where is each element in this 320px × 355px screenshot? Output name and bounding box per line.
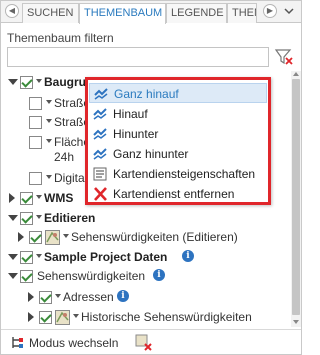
chevron-down-icon[interactable] (46, 119, 52, 123)
layer-checkbox[interactable] (29, 172, 42, 185)
tree-node-sehenswuerdigkeiten[interactable]: Sehenswürdigkeiten i (1, 267, 201, 285)
tab-legende[interactable]: LEGENDE (166, 3, 227, 23)
layer-checkbox[interactable] (20, 76, 33, 89)
expand-icon[interactable] (9, 193, 15, 203)
layer-checkbox[interactable] (20, 251, 33, 264)
themenbaum-panel: ◀ SUCHEN THEMENBAUM LEGENDE THEM ▶ Theme… (0, 0, 302, 355)
tree-node-strasse-1[interactable]: Straße (1, 94, 91, 112)
menu-item-label: Hinunter (113, 127, 159, 141)
info-icon[interactable]: i (182, 250, 194, 262)
switch-mode-label: Modus wechseln (29, 336, 119, 350)
tree-node-label: Sample Project Daten (44, 250, 168, 264)
menu-item-kartendienst-entfernen[interactable]: Kartendienst entfernen (89, 184, 267, 204)
filter-input[interactable] (7, 47, 269, 67)
chevron-down-icon[interactable] (36, 254, 42, 258)
tree-scrollbar[interactable] (291, 71, 301, 327)
chevron-down-icon[interactable] (36, 215, 42, 219)
menu-item-label: Ganz hinauf (114, 87, 179, 101)
tab-them[interactable]: THEM (227, 3, 257, 23)
menu-item-hinunter[interactable]: Hinunter (89, 124, 267, 144)
menu-item-label: Ganz hinunter (113, 147, 189, 161)
clear-filter-icon[interactable] (273, 47, 295, 67)
layer-checkbox[interactable] (29, 136, 42, 149)
tree-node-editieren[interactable]: Editieren (1, 209, 161, 227)
move-bottom-icon (93, 147, 108, 161)
menu-item-label: Hinauf (113, 107, 148, 121)
info-icon[interactable]: i (153, 269, 165, 281)
tree-node-sample-project-daten[interactable]: Sample Project Daten i (1, 248, 201, 266)
tree-node-label: Sehenswürdigkeiten (37, 269, 146, 283)
chevron-down-icon[interactable] (36, 79, 42, 83)
chevron-down-icon[interactable] (36, 195, 42, 199)
layer-checkbox[interactable] (20, 212, 33, 225)
tree-node-digital[interactable]: Digital (1, 169, 91, 187)
layer-checkbox[interactable] (29, 231, 42, 244)
chevron-down-icon[interactable] (46, 139, 52, 143)
expand-icon[interactable] (18, 232, 24, 242)
tree-node-strasse-2[interactable]: Straße (1, 113, 91, 131)
remove-x-icon (93, 187, 108, 201)
scroll-thumb[interactable] (292, 79, 300, 315)
filter-label: Themenbaum filtern (7, 31, 114, 45)
menu-item-label: Kartendiensteigenschaften (113, 167, 256, 181)
menu-item-ganz-hinauf[interactable]: Ganz hinauf (89, 83, 267, 103)
tree-node-flaeche[interactable]: Fläche 24h (1, 133, 91, 167)
menu-item-ganz-hinunter[interactable]: Ganz hinunter (89, 144, 267, 164)
move-up-icon (93, 107, 108, 121)
chevron-down-icon[interactable] (46, 100, 52, 104)
tree-node-adressen[interactable]: Adressen i (1, 288, 151, 306)
layer-checkbox[interactable] (20, 192, 33, 205)
move-down-icon (93, 127, 108, 141)
scroll-up-icon[interactable] (293, 72, 299, 76)
scroll-down-icon[interactable] (293, 320, 299, 324)
expand-icon[interactable] (28, 312, 34, 322)
tree-node-label: Digital (54, 171, 88, 185)
tree-node-sehenswuerdigkeiten-editieren[interactable]: Sehenswürdigkeiten (Editieren) (1, 228, 291, 246)
layer-checkbox[interactable] (29, 97, 42, 110)
layer-checkbox[interactable] (39, 311, 52, 324)
bottom-toolbar: Modus wechseln (1, 329, 301, 354)
expand-icon[interactable] (28, 292, 34, 302)
tab-themenbaum[interactable]: THEMENBAUM (79, 3, 166, 24)
tree-node-label: WMS (44, 191, 74, 205)
tab-menu-icon[interactable] (283, 5, 295, 17)
tree-node-label: Sehenswürdigkeiten (Editieren) (71, 230, 238, 244)
tab-scroll-right-icon[interactable]: ▶ (263, 4, 277, 18)
menu-item-kartendiensteigenschaften[interactable]: Kartendiensteigenschaften (89, 164, 267, 184)
tab-bar: ◀ SUCHEN THEMENBAUM LEGENDE THEM ▶ (1, 1, 301, 24)
tree-node-label: Adressen (63, 290, 114, 304)
collapse-icon[interactable] (8, 79, 18, 85)
chevron-down-icon[interactable] (46, 175, 52, 179)
menu-item-label: Kartendienst entfernen (113, 187, 235, 201)
remove-layer-button[interactable] (135, 334, 153, 352)
move-top-icon (94, 87, 109, 101)
tab-scroll-left-icon[interactable]: ◀ (5, 4, 19, 18)
tree-node-label-line2: 24h (54, 150, 75, 164)
collapse-icon[interactable] (8, 273, 18, 279)
tree-node-historische-sehenswuerdigkeiten[interactable]: Historische Sehenswürdigkeiten (1, 308, 291, 326)
menu-item-hinauf[interactable]: Hinauf (89, 104, 267, 124)
tab-suchen[interactable]: SUCHEN (22, 3, 79, 23)
chevron-down-icon[interactable] (73, 314, 79, 318)
layer-checkbox[interactable] (29, 116, 42, 129)
remove-layer-icon (135, 334, 152, 351)
chevron-down-icon[interactable] (63, 234, 69, 238)
layer-checkbox[interactable] (20, 270, 33, 283)
context-menu: Ganz hinauf Hinauf Hinunter Ganz hinunte… (85, 77, 271, 205)
collapse-icon[interactable] (8, 215, 18, 221)
layer-checkbox[interactable] (39, 291, 52, 304)
tree-node-label: Editieren (44, 211, 96, 225)
layer-map-icon (55, 310, 70, 325)
service-properties-icon (93, 167, 108, 181)
tree-node-label: Historische Sehenswürdigkeiten (81, 310, 252, 324)
tree-mode-icon (12, 337, 23, 348)
layer-map-icon (45, 230, 60, 245)
chevron-down-icon[interactable] (55, 294, 61, 298)
collapse-icon[interactable] (8, 254, 18, 260)
info-icon[interactable]: i (117, 290, 129, 302)
